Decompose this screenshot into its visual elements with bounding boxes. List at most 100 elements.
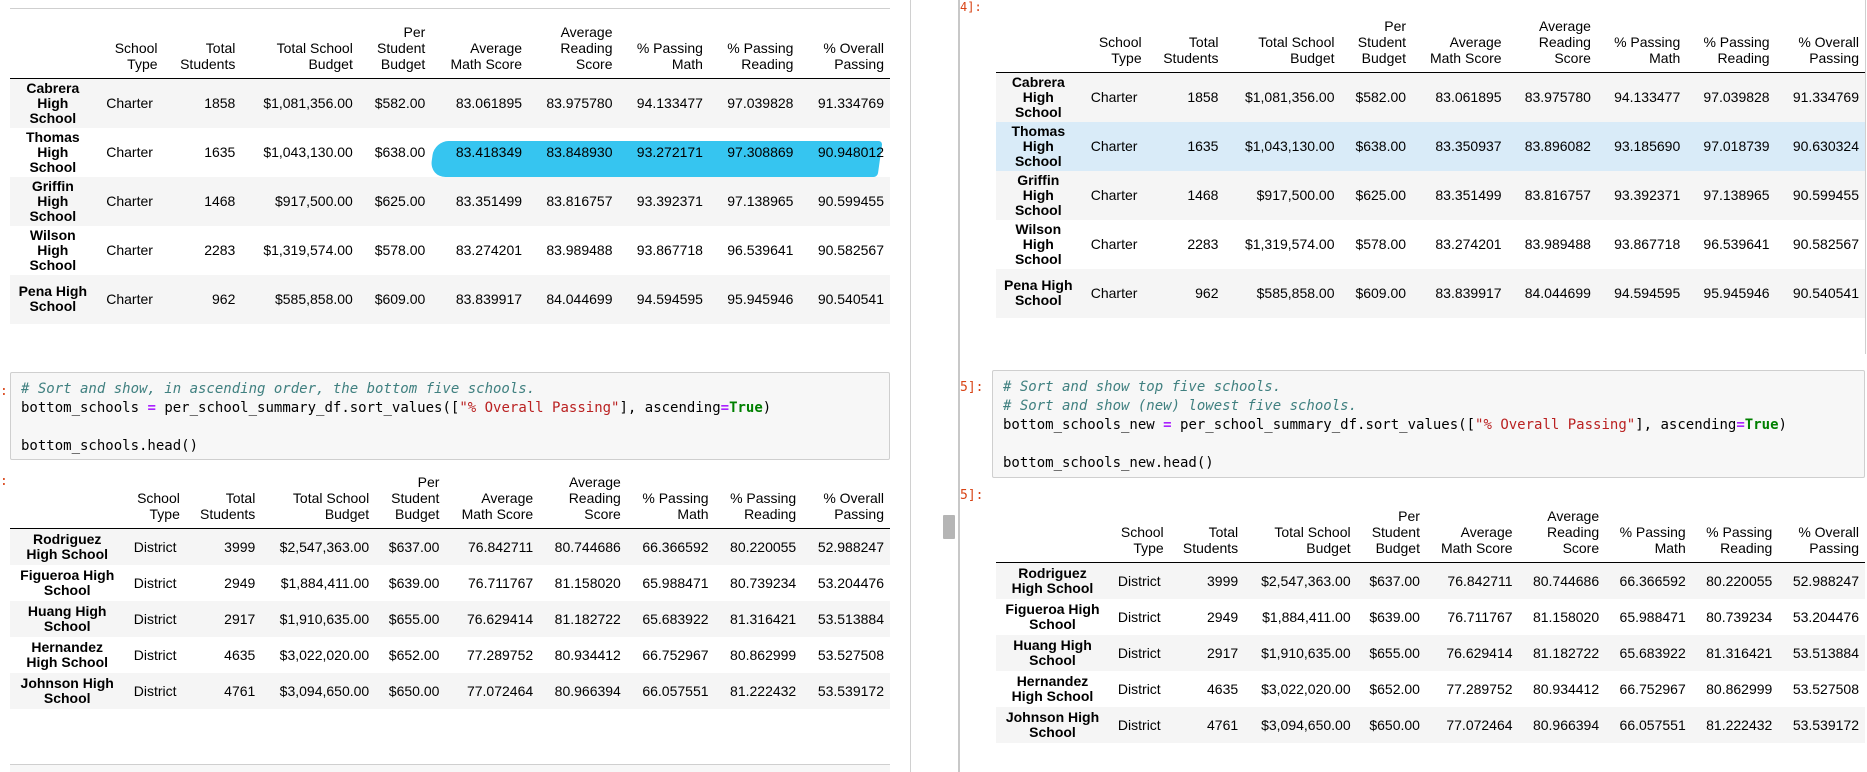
cell-pct-passing-reading: 80.739234 — [1706, 608, 1773, 625]
top-schools-table: School Type Total Students Total School Budge… — [10, 20, 890, 324]
code-comment: # Sort and show, in ascending order, the… — [21, 381, 536, 397]
table-row: Wilson High School Charter 2283 $1,319,574.… — [996, 220, 1865, 269]
cell-total-budget: $1,081,356.00 — [1244, 89, 1335, 106]
column-header-total-budget: Total School Budget — [1224, 14, 1341, 73]
cell-per-student-budget: $582.00 — [374, 95, 426, 112]
cell-pct-passing-math: 65.683922 — [642, 610, 709, 627]
cell-total-students: 2949 — [1207, 608, 1239, 625]
cell-pct-passing-math: 66.752967 — [642, 646, 709, 663]
cell-pct-overall-passing: 52.988247 — [1792, 572, 1859, 589]
cell-total-budget: $585,858.00 — [274, 291, 353, 307]
column-header-avg-math: Average Math Score — [1412, 14, 1508, 73]
column-header-total-students: Total Students — [163, 20, 242, 79]
cell-total-budget: $2,547,363.00 — [279, 538, 370, 555]
cell-pct-overall-passing: 52.988247 — [817, 538, 884, 555]
cell-pct-overall-passing: 53.204476 — [1792, 608, 1859, 625]
column-header-pct-passing-reading: % Passing Reading — [714, 470, 803, 529]
cell-school-type: Charter — [1090, 89, 1138, 106]
row-label-school: Cabrera High School — [26, 79, 80, 126]
split-resize-handle[interactable] — [943, 515, 955, 539]
column-header-school-type: School Type — [95, 20, 164, 79]
cell-pct-passing-reading: 97.308869 — [727, 144, 794, 160]
cell-avg-reading: 81.158020 — [554, 574, 621, 591]
cell-avg-reading: 80.934412 — [554, 646, 621, 663]
cell-avg-reading: 81.182722 — [554, 610, 621, 627]
left-notebook-pane[interactable]: School Type Total Students Total School Budge… — [0, 0, 910, 772]
cell-pct-passing-math: 65.683922 — [1619, 644, 1686, 661]
cell-total-budget: $917,500.00 — [1256, 187, 1335, 203]
table-row: Griffin High School Charter 1468 $917,500.0… — [996, 170, 1865, 220]
cell-school-type: Charter — [106, 242, 153, 258]
cell-pct-passing-math: 94.133477 — [636, 95, 703, 112]
cell-pct-overall-passing: 90.582567 — [1792, 236, 1859, 252]
cell-pct-passing-reading: 80.739234 — [730, 574, 797, 591]
cell-total-students: 4761 — [1207, 716, 1239, 733]
cell-pct-passing-math: 66.057551 — [642, 682, 709, 699]
cell-pct-passing-reading: 81.222432 — [1706, 716, 1773, 733]
cell-per-student-budget: $652.00 — [1369, 680, 1420, 697]
column-header-per-student-budget: Per Student Budget — [375, 470, 446, 529]
cell-avg-math: 83.274201 — [1435, 236, 1502, 252]
split-divider — [910, 0, 911, 772]
column-header-avg-math: Average Math Score — [445, 470, 540, 529]
cell-school-type: District — [1117, 680, 1161, 697]
cell-pct-overall-passing: 90.599455 — [1792, 187, 1859, 203]
index-header — [10, 470, 125, 529]
cell-per-student-budget: $578.00 — [1355, 236, 1407, 252]
table-row: Hernandez High School District 4635 $3,022,… — [10, 637, 890, 673]
cell-total-budget: $3,022,020.00 — [279, 646, 370, 663]
cell-total-students: 2283 — [204, 242, 236, 258]
cell-pct-passing-reading: 81.316421 — [1706, 644, 1773, 661]
cell-total-students: 1468 — [1187, 187, 1219, 203]
table-row: Thomas High School Charter 1635 $1,043,130.… — [10, 128, 890, 177]
cell-school-type: Charter — [106, 291, 153, 307]
cell-school-type: District — [1117, 608, 1161, 625]
output-prompt: 5]: — [960, 488, 984, 503]
cell-pct-passing-reading: 97.018739 — [1703, 138, 1770, 154]
cell-pct-passing-reading: 97.138965 — [727, 193, 794, 209]
cell-avg-math: 76.711767 — [468, 574, 534, 591]
column-header-per-student-budget: Per Student Budget — [1356, 504, 1426, 563]
cell-avg-reading: 83.989488 — [1524, 236, 1591, 252]
right-notebook-pane[interactable]: 4]: School Type Total Students Total School B… — [960, 0, 1867, 772]
code-comment-top: # Sort and show top five schools. — [1003, 379, 1282, 395]
cell-prompt-marker: : — [0, 384, 8, 399]
column-header-school-type: School Type — [1080, 14, 1148, 73]
cell-school-type: Charter — [1090, 236, 1138, 252]
next-cell-edge — [10, 764, 890, 772]
cell-total-budget: $1,081,356.00 — [263, 95, 353, 112]
cell-pct-overall-passing: 90.540541 — [1792, 285, 1859, 301]
cell-total-students: 4761 — [224, 682, 256, 699]
cell-avg-math: 76.629414 — [466, 610, 534, 627]
cell-per-student-budget: $639.00 — [388, 574, 440, 591]
cell-per-student-budget: $637.00 — [1369, 572, 1420, 589]
row-label-school: Johnson High School — [20, 674, 114, 706]
cell-avg-math: 83.839917 — [1435, 285, 1502, 301]
row-label-school: Johnson High School — [1005, 708, 1100, 740]
cell-avg-math: 77.289752 — [1446, 680, 1513, 697]
cell-pct-passing-math: 66.057551 — [1619, 716, 1686, 733]
cell-total-students: 2949 — [224, 574, 256, 591]
table-row: Rodriguez High School District 3999 $2,547,… — [996, 562, 1865, 599]
code-cell-bottom-schools[interactable]: # Sort and show, in ascending order, the… — [10, 372, 890, 460]
code-cell-prompt: 5]: — [960, 380, 984, 395]
cell-pct-passing-math: 65.988471 — [642, 574, 709, 591]
cell-pct-overall-passing: 90.540541 — [817, 291, 884, 307]
cell-avg-math: 83.061895 — [1435, 89, 1502, 106]
column-header-pct-passing-math: % Passing Math — [1596, 14, 1687, 73]
table-row: Figueroa High School District 2949 $1,884,4… — [996, 599, 1865, 635]
cell-pct-overall-passing: 90.582567 — [817, 242, 884, 258]
cell-school-type: District — [133, 682, 177, 699]
column-header-per-student-budget: Per Student Budget — [358, 20, 432, 79]
cell-avg-math: 76.842711 — [468, 538, 534, 555]
cell-school-type: District — [133, 646, 177, 663]
row-label-school: Pena High School — [1004, 277, 1073, 308]
cell-total-budget: $1,319,574.00 — [263, 242, 353, 258]
cell-total-students: 1858 — [204, 95, 236, 112]
code-cell-bottom-schools-new[interactable]: # Sort and show top five schools. # Sort… — [992, 370, 1865, 478]
cell-total-budget: $1,910,635.00 — [1261, 644, 1351, 661]
column-header-avg-math: Average Math Score — [1425, 504, 1519, 563]
previous-cell-edge — [10, 0, 890, 9]
table-row: Huang High School District 2917 $1,910,635.… — [996, 634, 1865, 671]
row-label-school: Huang High School — [27, 602, 107, 634]
